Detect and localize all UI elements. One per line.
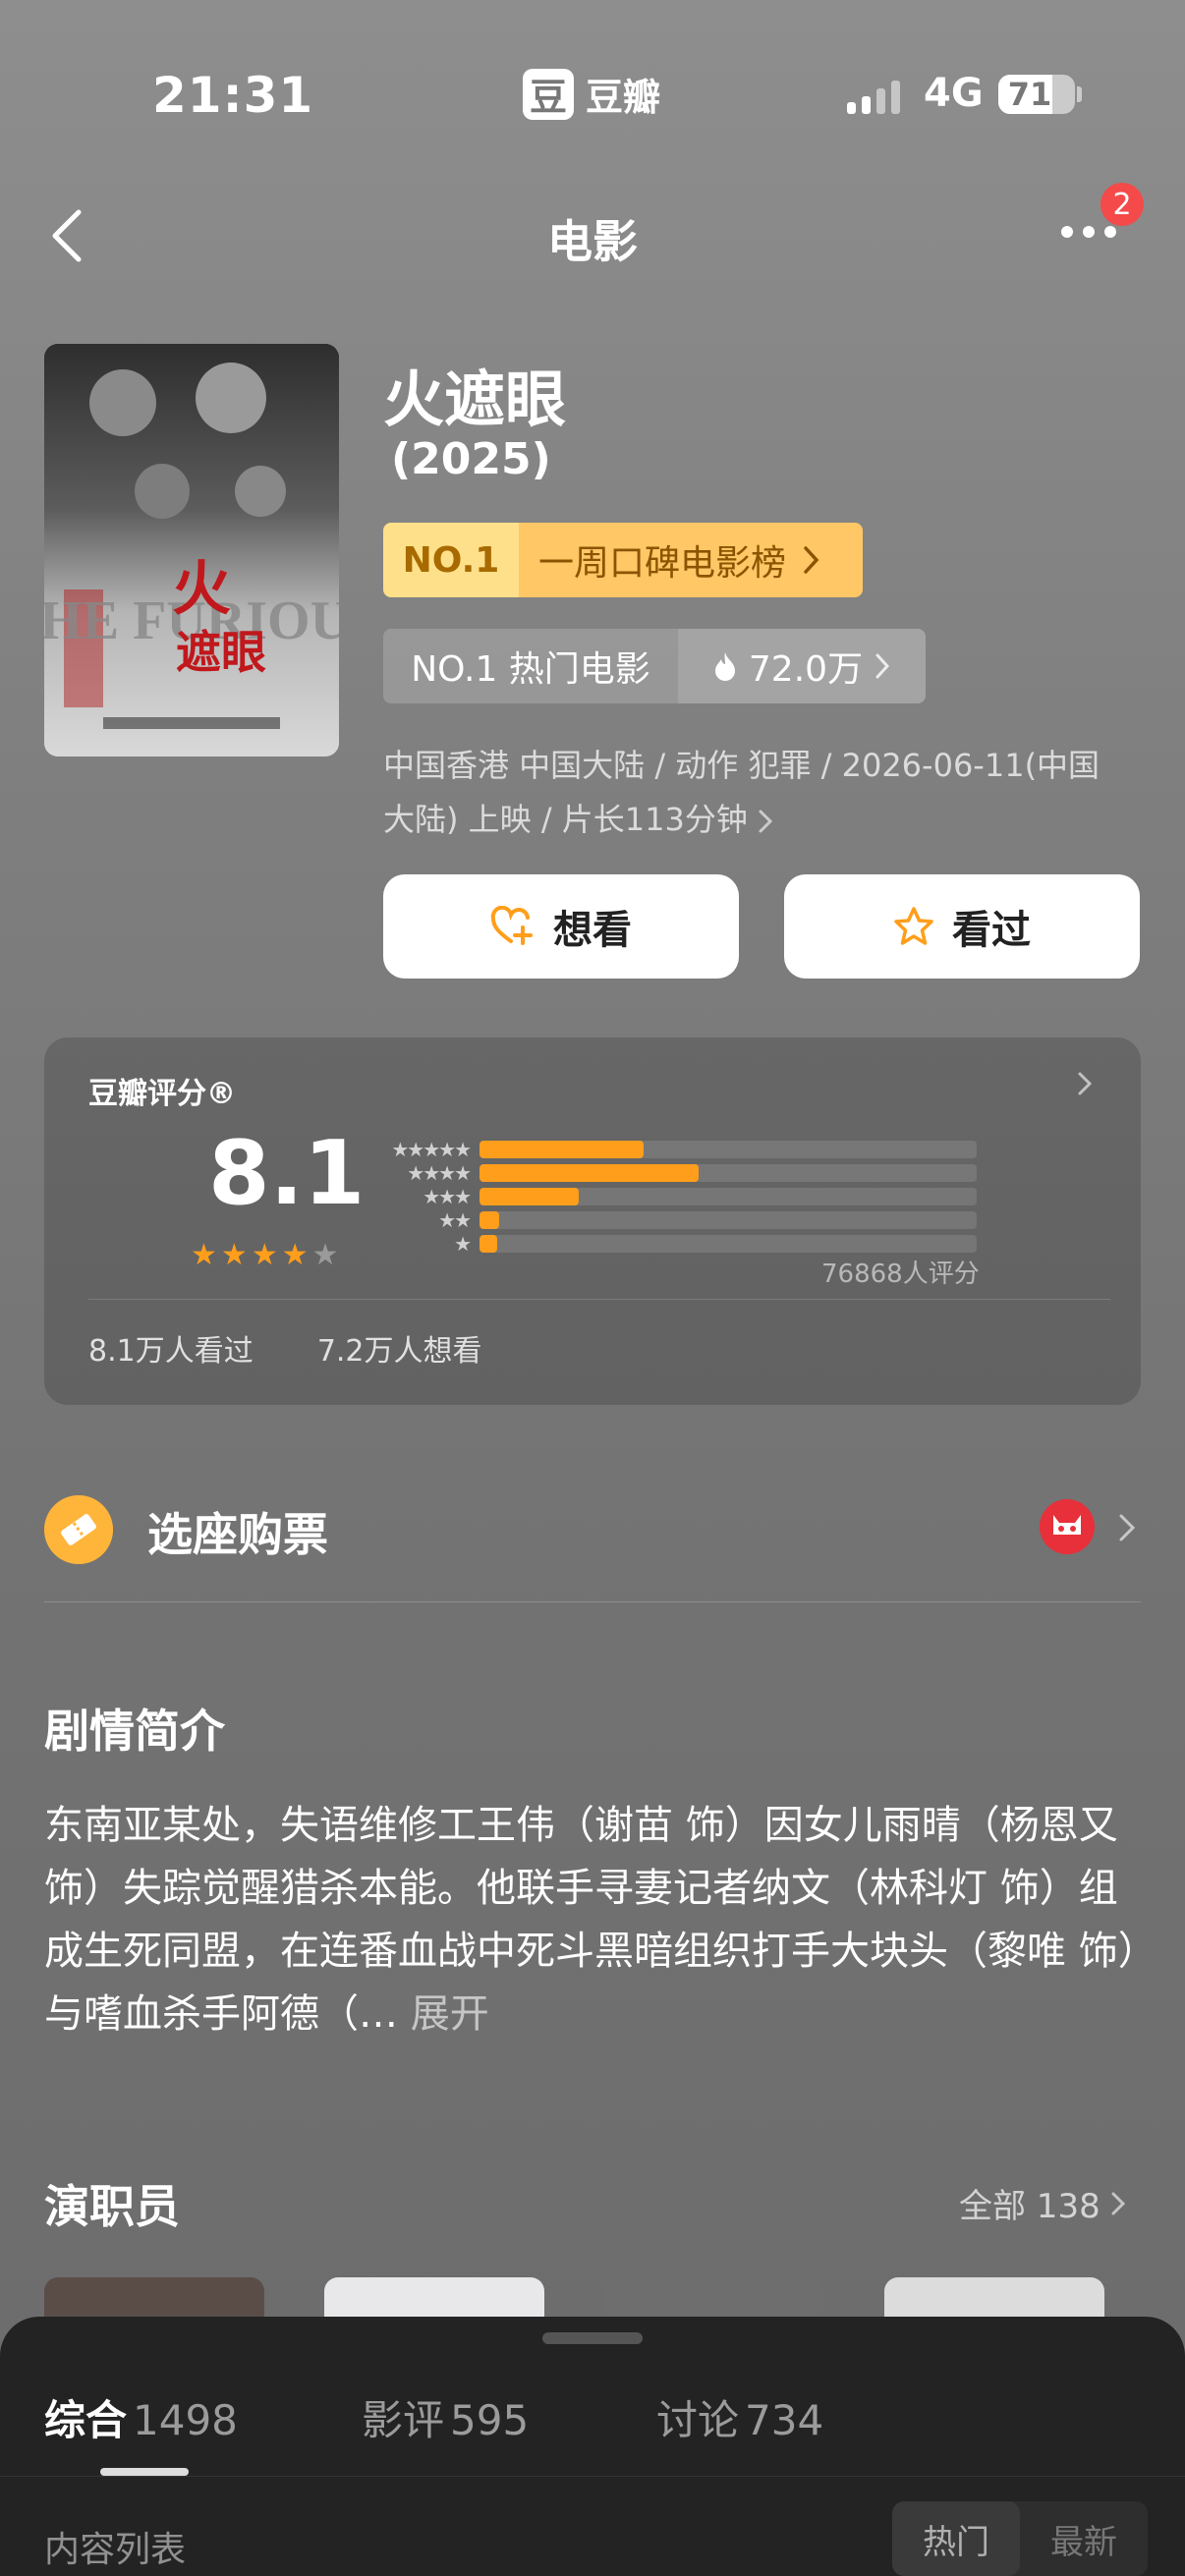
sort-latest[interactable]: 最新 bbox=[1020, 2501, 1148, 2576]
svg-text:火: 火 bbox=[172, 555, 231, 624]
rating-distribution-row: ★ bbox=[377, 1232, 977, 1256]
rating-score: 8.1 bbox=[208, 1122, 366, 1225]
sort-toggle[interactable]: 热门 最新 bbox=[892, 2501, 1148, 2576]
tab-label: 影评 bbox=[362, 2396, 445, 2444]
content-list-label: 内容列表 bbox=[44, 2530, 187, 2570]
rating-distribution-row: ★★★ bbox=[377, 1185, 977, 1208]
rating-distribution-row: ★★★★★ bbox=[377, 1138, 977, 1161]
row-stars: ★ bbox=[454, 1232, 472, 1256]
rating-star-icon: ★ bbox=[191, 1238, 217, 1272]
rating-distribution-row: ★★ bbox=[377, 1208, 977, 1232]
chevron-right-icon bbox=[1078, 1072, 1093, 1095]
rating-bar bbox=[480, 1164, 977, 1182]
rating-bar bbox=[480, 1141, 977, 1158]
divider bbox=[44, 1601, 1141, 1602]
want-to-watch-button[interactable]: 想看 bbox=[383, 874, 739, 979]
divider bbox=[0, 2476, 1185, 2477]
rating-star-icon: ★ bbox=[281, 1238, 309, 1272]
battery-level: 71 bbox=[1007, 76, 1052, 113]
sort-hot[interactable]: 热门 bbox=[892, 2501, 1020, 2576]
seen-button[interactable]: 看过 bbox=[784, 874, 1140, 979]
svg-text:遮眼: 遮眼 bbox=[176, 626, 266, 679]
more-icon[interactable] bbox=[1061, 226, 1116, 238]
tab-indicator bbox=[100, 2468, 189, 2476]
synopsis-body: 东南亚某处，失语维修工王伟（谢苗 饰）因女儿雨晴（杨恩又 饰）失踪觉醒猎杀本能。… bbox=[44, 1803, 1138, 2037]
heart-plus-icon bbox=[490, 906, 533, 945]
buy-ticket-label[interactable]: 选座购票 bbox=[147, 1499, 328, 1564]
seen-count: 8.1万人看过 bbox=[88, 1334, 254, 1369]
signal-icon bbox=[847, 81, 900, 114]
rank-list-name: 一周口碑电影榜 bbox=[538, 543, 787, 584]
tab-label: 讨论 bbox=[656, 2396, 740, 2444]
row-stars: ★★★ bbox=[423, 1185, 472, 1208]
want-count: 7.2万人想看 bbox=[316, 1334, 482, 1369]
tab-reviews[interactable]: 影评 595 bbox=[362, 2387, 529, 2447]
battery-icon: 71 bbox=[998, 75, 1075, 114]
rating-bar bbox=[480, 1235, 977, 1253]
rating-star-icon: ★ bbox=[220, 1238, 248, 1272]
rating-bar-fill bbox=[480, 1235, 497, 1253]
chevron-right-icon bbox=[759, 810, 773, 833]
douban-logo-icon: 豆 bbox=[523, 68, 574, 120]
tab-count: 595 bbox=[450, 2396, 530, 2444]
row-stars: ★★★★ bbox=[407, 1161, 472, 1185]
hot-rank-text: NO.1 热门电影 bbox=[383, 629, 678, 703]
maoyan-cat-icon bbox=[1040, 1499, 1095, 1554]
expand-link[interactable]: 展开 bbox=[411, 1991, 489, 2037]
seen-label: 看过 bbox=[952, 908, 1031, 953]
battery-tip bbox=[1077, 86, 1082, 102]
synopsis-text: 东南亚某处，失语维修工王伟（谢苗 饰）因女儿雨晴（杨恩又 饰）失踪觉醒猎杀本能。… bbox=[44, 1803, 1138, 2037]
status-time: 21:31 bbox=[152, 67, 314, 124]
status-app: 豆 豆瓣 bbox=[523, 67, 660, 121]
watch-stats: 8.1万人看过 7.2万人想看 bbox=[88, 1326, 482, 1370]
divider bbox=[88, 1299, 1110, 1300]
row-stars: ★★★★★ bbox=[391, 1138, 472, 1161]
rating-bar bbox=[480, 1188, 977, 1205]
tab-count: 734 bbox=[745, 2396, 824, 2444]
ticket-icon bbox=[44, 1495, 113, 1564]
tab-count: 1498 bbox=[133, 2396, 238, 2444]
rating-bar bbox=[480, 1211, 977, 1229]
chevron-right-icon bbox=[1111, 2192, 1125, 2214]
cast-all-link[interactable]: 全部 138 bbox=[959, 2179, 1126, 2227]
flame-icon bbox=[714, 652, 735, 681]
hot-rank-badge[interactable]: NO.1 热门电影 72.0万 bbox=[383, 629, 926, 703]
star-icon bbox=[894, 907, 933, 945]
tab-discussions[interactable]: 讨论 734 bbox=[656, 2387, 823, 2447]
chevron-right-icon bbox=[875, 653, 890, 679]
chevron-right-icon[interactable] bbox=[1118, 1513, 1136, 1542]
want-label: 想看 bbox=[553, 908, 632, 953]
rating-count: 76868人评分 bbox=[821, 1260, 980, 1289]
movie-poster[interactable]: THE FURIOUS 火 遮眼 bbox=[44, 344, 339, 756]
tab-label: 综合 bbox=[44, 2396, 128, 2444]
rating-title: 豆瓣评分® bbox=[88, 1077, 236, 1111]
tab-overview[interactable]: 综合 1498 bbox=[44, 2387, 238, 2447]
row-stars: ★★ bbox=[438, 1208, 472, 1232]
weekly-rank-badge[interactable]: NO.1 一周口碑电影榜 bbox=[383, 523, 863, 597]
rating-bar-fill bbox=[480, 1141, 644, 1158]
sheet-handle[interactable] bbox=[542, 2332, 643, 2344]
page-title: 电影 bbox=[547, 215, 638, 268]
rating-star-icon: ★ bbox=[251, 1238, 278, 1272]
notification-badge: 2 bbox=[1100, 183, 1144, 226]
movie-meta[interactable]: 中国香港 中国大陆 / 动作 犯罪 / 2026-06-11(中国大陆) 上映 … bbox=[383, 739, 1130, 847]
rank-number: NO.1 bbox=[383, 523, 519, 597]
status-app-name: 豆瓣 bbox=[586, 76, 661, 119]
rating-bar-fill bbox=[480, 1164, 699, 1182]
movie-meta-text: 中国香港 中国大陆 / 动作 犯罪 / 2026-06-11(中国大陆) 上映 … bbox=[383, 747, 1100, 838]
network-type: 4G bbox=[924, 71, 984, 116]
rating-bar-fill bbox=[480, 1188, 580, 1205]
rating-star-icon: ★ bbox=[311, 1238, 339, 1272]
rating-bar-fill bbox=[480, 1211, 500, 1229]
movie-title: 火遮眼 bbox=[383, 364, 567, 435]
hot-heat-value: 72.0万 bbox=[748, 649, 864, 690]
movie-year: (2025) bbox=[391, 434, 551, 484]
rating-distribution-row: ★★★★ bbox=[377, 1161, 977, 1185]
synopsis-title: 剧情简介 bbox=[44, 1705, 225, 1758]
chevron-right-icon bbox=[804, 546, 819, 574]
cast-title: 演职员 bbox=[44, 2180, 180, 2233]
cast-all-label: 全部 138 bbox=[959, 2187, 1100, 2226]
rating-stars: ★ ★ ★ ★ ★ bbox=[191, 1238, 339, 1272]
